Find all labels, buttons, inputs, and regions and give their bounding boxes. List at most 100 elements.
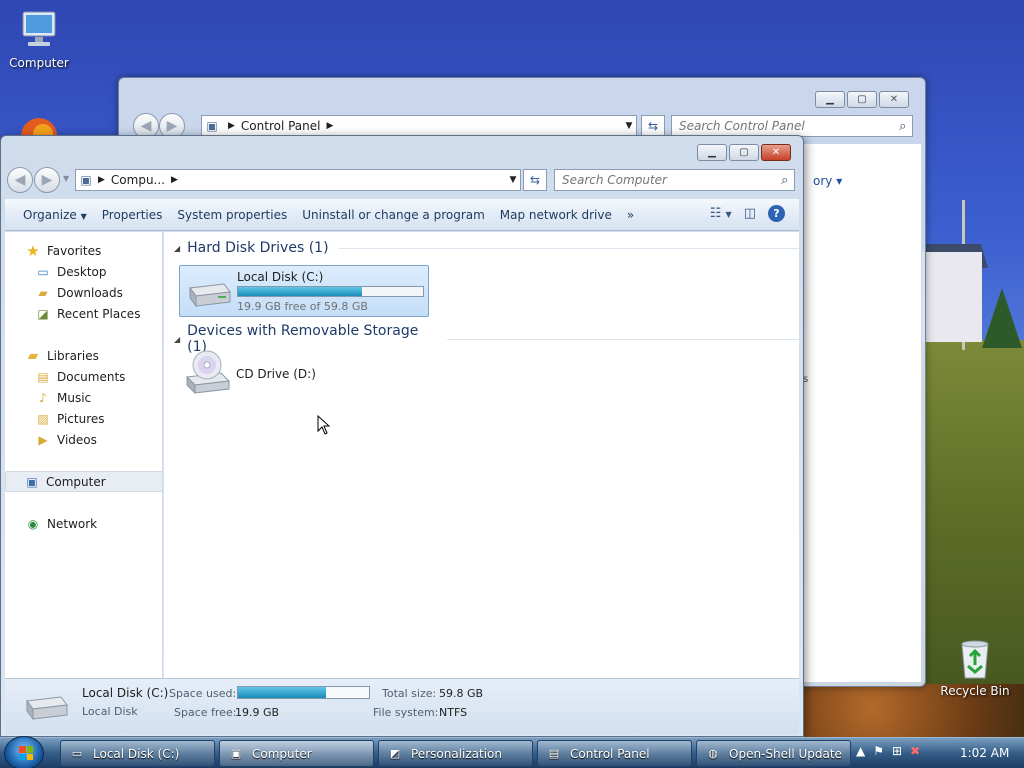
content-pane: ◢ Hard Disk Drives (1) Local Disk (C:) 1… — [164, 232, 799, 678]
libraries-folder-icon: ▰ — [27, 347, 39, 364]
computer-icon: ▣ — [230, 747, 242, 760]
collapse-triangle-icon[interactable]: ◢ — [174, 335, 180, 344]
drive-c-name: Local Disk (C:) — [237, 270, 324, 284]
system-properties-button[interactable]: System properties — [177, 208, 302, 222]
command-bar: Organize ▼ Properties System properties … — [5, 199, 799, 231]
uninstall-program-button[interactable]: Uninstall or change a program — [302, 208, 500, 222]
nav-videos[interactable]: ▶ Videos — [5, 429, 163, 450]
minimize-button[interactable]: ▁ — [815, 91, 845, 108]
total-size-label: Total size: — [382, 687, 437, 700]
nav-favorites[interactable]: ★ Favorites — [5, 240, 163, 261]
more-commands-button[interactable]: » — [627, 208, 649, 222]
chevron-down-icon[interactable]: ▼ — [506, 175, 520, 185]
control-panel-content — [803, 144, 921, 682]
drive-c-free-text: 19.9 GB free of 59.8 GB — [237, 300, 368, 313]
open-shell-icon: ◍ — [708, 747, 718, 760]
network-icon: ◉ — [27, 516, 39, 531]
control-panel-address-bar[interactable]: ▣ ▶ Control Panel ▶ ▼ — [201, 115, 637, 137]
control-panel-address-text: Control Panel — [240, 119, 321, 133]
chevron-down-icon[interactable]: ▼ — [622, 121, 636, 131]
collapse-triangle-icon[interactable]: ◢ — [174, 244, 180, 253]
group-header-hdd[interactable]: ◢ Hard Disk Drives (1) — [174, 240, 799, 256]
details-drive-type: Local Disk — [82, 705, 138, 718]
desktop-icon-computer[interactable]: Computer — [4, 6, 74, 70]
refresh-button[interactable]: ⇆ — [523, 169, 547, 191]
nav-documents[interactable]: ▤ Documents — [5, 366, 163, 387]
cd-drive-icon — [185, 350, 231, 395]
nav-libraries[interactable]: ▰ Libraries — [5, 345, 163, 366]
computer-small-icon: ▣ — [80, 173, 92, 187]
preview-pane-icon[interactable]: ◫ — [744, 206, 756, 221]
search-icon[interactable]: ⌕ — [894, 119, 912, 134]
star-icon: ★ — [26, 241, 40, 260]
control-panel-search-input[interactable] — [679, 119, 894, 133]
taskbar-button-personalization[interactable]: ◩ Personalization — [378, 740, 533, 767]
nav-network[interactable]: ◉ Network — [5, 513, 163, 534]
nav-recent-places[interactable]: ◪ Recent Places — [5, 303, 163, 324]
help-icon[interactable]: ? — [768, 205, 785, 222]
windows-logo-icon — [19, 746, 33, 760]
nav-music[interactable]: ♪ Music — [5, 387, 163, 408]
taskbar-button-control-panel[interactable]: ▤ Control Panel — [537, 740, 692, 767]
desktop-icon-firefox[interactable] — [14, 110, 64, 154]
back-button[interactable]: ◀ — [7, 167, 33, 193]
taskbar-button-local-disk[interactable]: ▭ Local Disk (C:) — [60, 740, 215, 767]
details-usage-fill — [238, 687, 326, 698]
nav-pictures[interactable]: ▨ Pictures — [5, 408, 163, 429]
taskbar-button-open-shell-update[interactable]: ◍ Open-Shell Update — [696, 740, 851, 767]
drive-c-usage-fill — [238, 287, 362, 296]
chevron-down-icon: ▼ — [80, 211, 87, 221]
group-divider — [446, 338, 799, 340]
network-status-icon[interactable]: ⊞ — [892, 744, 902, 758]
start-button[interactable] — [4, 736, 44, 768]
group-divider — [338, 247, 799, 249]
nav-desktop[interactable]: ▭ Desktop — [5, 261, 163, 282]
drive-c-tile[interactable]: Local Disk (C:) 19.9 GB free of 59.8 GB — [179, 265, 429, 317]
desktop-icon-recycle-bin[interactable]: Recycle Bin — [940, 636, 1010, 698]
search-input[interactable] — [562, 173, 776, 187]
drive-c-usage-bar — [237, 286, 424, 297]
computer-icon: ▣ — [26, 474, 38, 489]
hard-drive-icon: ▭ — [71, 747, 83, 760]
show-hidden-icons-icon[interactable]: ▲ — [856, 744, 865, 758]
recent-pages-icon[interactable]: ▼ — [63, 174, 69, 183]
computer-caption-buttons: ▁ ▢ ✕ — [697, 144, 791, 161]
volume-muted-icon[interactable]: ✖ — [910, 744, 920, 758]
file-system-value: NTFS — [439, 706, 468, 719]
recycle-bin-icon — [961, 640, 989, 679]
minimize-button[interactable]: ▁ — [697, 144, 727, 161]
taskbar-button-computer[interactable]: ▣ Computer — [219, 740, 374, 767]
pictures-icon: ▨ — [37, 411, 49, 426]
address-bar[interactable]: ▣ ▶ Compu... ▶ ▼ — [75, 169, 521, 191]
refresh-button[interactable]: ⇆ — [641, 115, 665, 137]
maximize-button[interactable]: ▢ — [847, 91, 877, 108]
desktop-computer-label: Computer — [9, 56, 69, 70]
control-panel-search[interactable]: ⌕ — [671, 115, 913, 137]
drive-d-tile[interactable]: CD Drive (D:) — [179, 347, 429, 399]
change-view-icon[interactable]: ☷ ▼ — [710, 206, 732, 221]
close-button[interactable]: ✕ — [879, 91, 909, 108]
maximize-button[interactable]: ▢ — [729, 144, 759, 161]
file-system-label: File system: — [373, 706, 439, 719]
search-box[interactable]: ⌕ — [554, 169, 795, 191]
taskbar-clock[interactable]: 1:02 AM — [960, 746, 1009, 760]
map-network-drive-button[interactable]: Map network drive — [500, 208, 627, 222]
close-button[interactable]: ✕ — [761, 144, 791, 161]
forward-button[interactable]: ▶ — [34, 167, 60, 193]
wallpaper-tree — [982, 288, 1022, 348]
breadcrumb-arrow-icon: ▶ — [171, 175, 178, 185]
computer-window[interactable]: ▁ ▢ ✕ ◀ ▶ ▼ ▣ ▶ Compu... ▶ ▼ ⇆ ⌕ Organiz… — [0, 135, 804, 737]
search-icon[interactable]: ⌕ — [776, 173, 794, 188]
view-by-link[interactable]: ory ▾ — [813, 174, 842, 188]
desktop-icon: ▭ — [37, 264, 49, 279]
action-center-flag-icon[interactable]: ⚑ — [873, 744, 884, 758]
documents-icon: ▤ — [37, 369, 49, 384]
nav-computer[interactable]: ▣ Computer — [5, 471, 163, 492]
control-panel-icon: ▣ — [206, 119, 218, 133]
computer-icon — [22, 11, 56, 46]
music-icon: ♪ — [39, 390, 47, 405]
properties-button[interactable]: Properties — [102, 208, 178, 222]
nav-downloads[interactable]: ▰ Downloads — [5, 282, 163, 303]
breadcrumb-arrow-icon: ▶ — [98, 175, 105, 185]
organize-menu[interactable]: Organize ▼ — [5, 208, 102, 222]
